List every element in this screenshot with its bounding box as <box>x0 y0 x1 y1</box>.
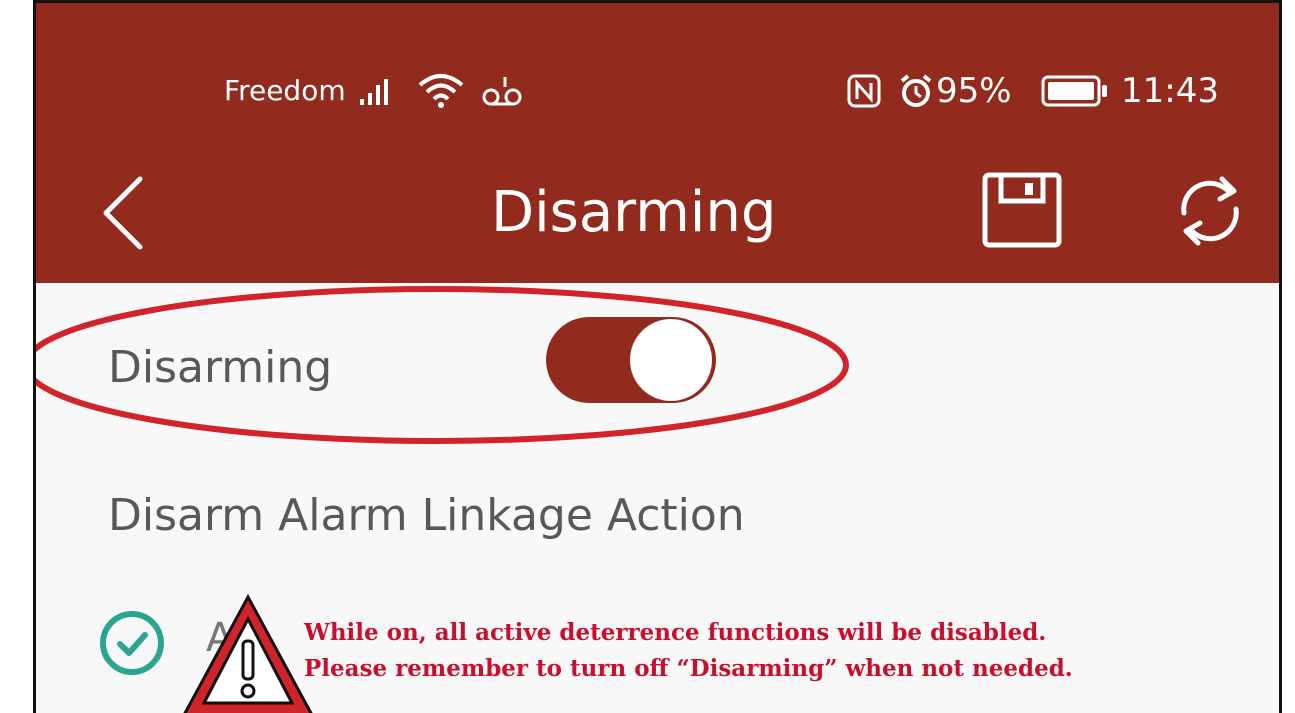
status-bar: Freedom 95% 11:43 <box>36 61 1279 121</box>
phone-screen: Freedom 95% 11:43 Disarming Disarming Di… <box>33 0 1282 713</box>
battery-icon <box>1041 75 1111 111</box>
carrier-name: Freedom <box>224 74 346 107</box>
section-title: Disarm Alarm Linkage Action <box>108 490 745 541</box>
warning-line-2: Please remember to turn off “Disarming” … <box>304 655 1073 682</box>
wifi-icon <box>416 73 466 113</box>
warning-note: While on, all active deterrence function… <box>304 615 1073 687</box>
refresh-button[interactable] <box>1168 169 1252 257</box>
app-header: Freedom 95% 11:43 Disarming <box>36 3 1279 283</box>
warning-icon <box>178 591 318 713</box>
warning-line-1: While on, all active deterrence function… <box>304 619 1047 646</box>
battery-percentage: 95% <box>936 71 1012 111</box>
chevron-left-icon <box>103 176 143 250</box>
screenshot-frame: Freedom 95% 11:43 Disarming Disarming Di… <box>0 0 1295 713</box>
voicemail-icon <box>481 75 525 113</box>
item-checkbox[interactable] <box>98 609 166 681</box>
alarm-clock-icon <box>898 73 934 113</box>
signal-icon <box>358 77 398 111</box>
status-time: 11:43 <box>1121 71 1219 111</box>
check-circle-icon <box>100 611 164 675</box>
back-button[interactable] <box>98 173 148 257</box>
highlight-ellipse <box>36 286 849 444</box>
nfc-icon <box>846 73 882 113</box>
save-button[interactable] <box>981 171 1063 253</box>
refresh-icon <box>1181 176 1239 246</box>
floppy-disk-icon <box>982 172 1062 248</box>
page-title: Disarming <box>491 180 777 245</box>
